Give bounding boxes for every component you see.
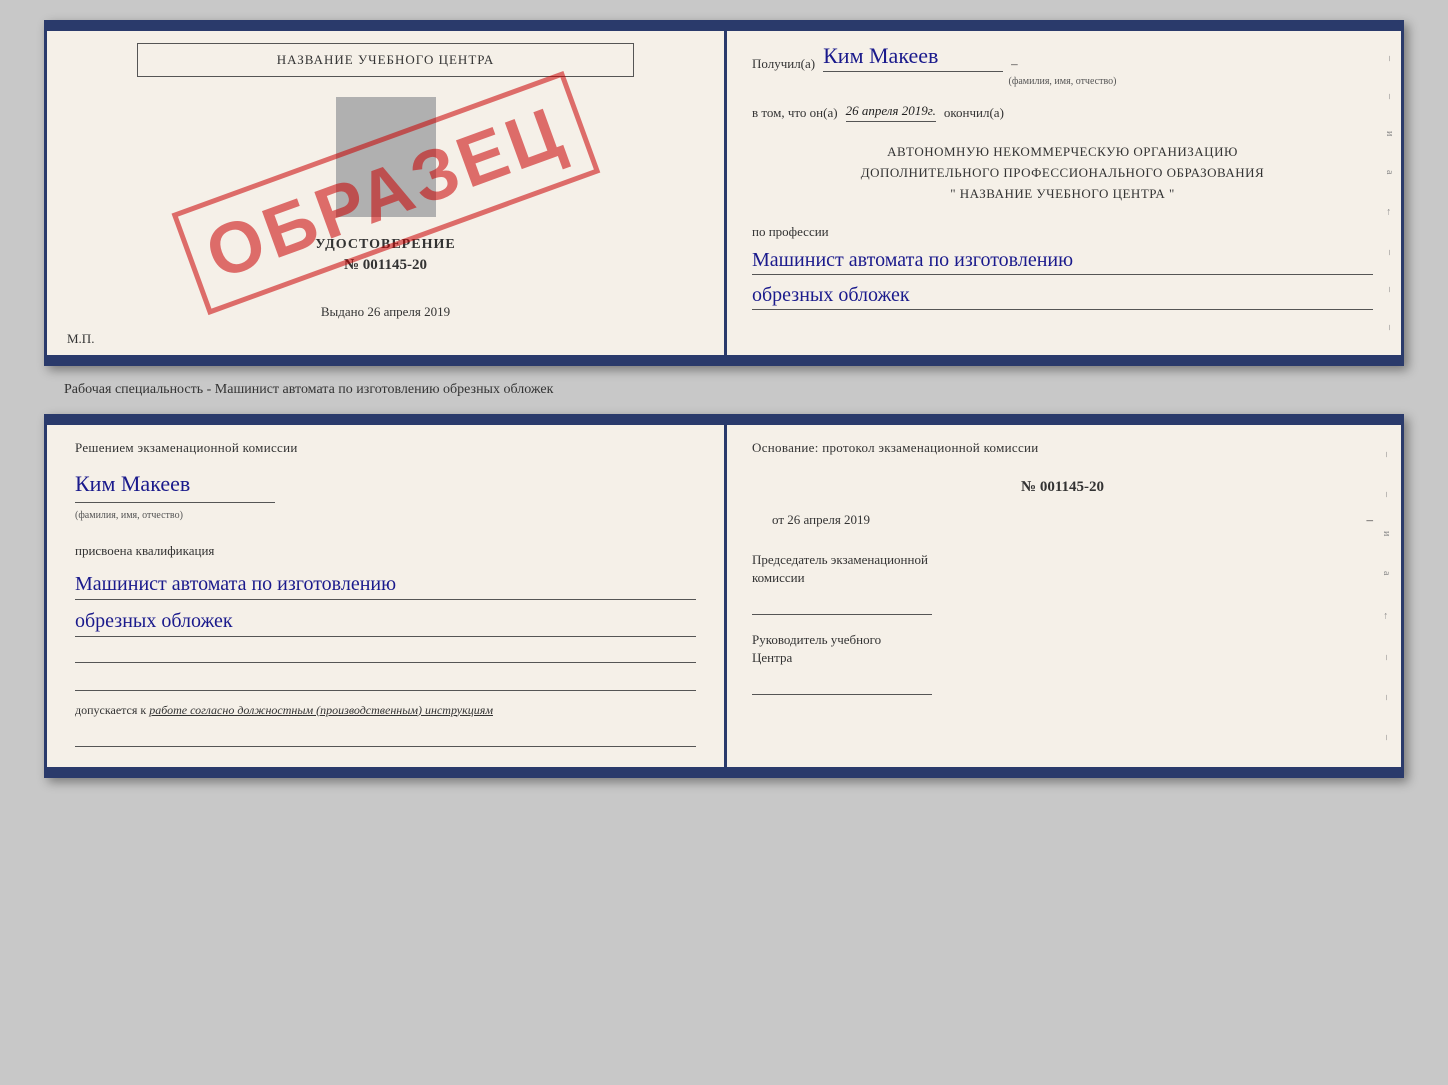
qual-line2: обрезных обложек: [75, 606, 696, 637]
completion-date: 26 апреля 2019г.: [846, 103, 936, 122]
right-edge-marks-doc2: – – и а ← – – –: [1378, 417, 1395, 775]
document-1: НАЗВАНИЕ УЧЕБНОГО ЦЕНТРА УДОСТОВЕРЕНИЕ №…: [44, 20, 1404, 366]
blank-line-2: [75, 671, 696, 691]
udostoverenie-section: УДОСТОВЕРЕНИЕ № 001145-20: [315, 237, 455, 274]
edge-mark2-arrow: ←: [1378, 611, 1395, 621]
okonchil-text: окончил(а): [944, 105, 1004, 121]
v-tom-text: в том, что он(а): [752, 105, 838, 121]
dash-right: –: [1367, 509, 1374, 531]
v-tom-line: в том, что он(а) 26 апреля 2019г. окончи…: [752, 103, 1373, 122]
predsedatel-signature-line: [752, 591, 932, 615]
mp-label: М.П.: [67, 331, 94, 347]
edge-mark-5: –: [1384, 325, 1395, 330]
edge-mark-1: –: [1384, 56, 1395, 61]
protocol-date-value: 26 апреля 2019: [787, 512, 870, 527]
edge-mark-а: а: [1384, 170, 1395, 174]
doc2-left-panel: Решением экзаменационной комиссии Ким Ма…: [47, 417, 724, 775]
dash1: –: [1011, 56, 1018, 72]
edge-mark2-1: –: [1378, 452, 1395, 457]
edge-mark2-3: –: [1378, 655, 1395, 660]
rukovoditel-label: Руководитель учебного Центра: [752, 631, 1373, 667]
right-edge-marks: – – и а ← – – –: [1384, 23, 1395, 363]
doc1-left-panel: НАЗВАНИЕ УЧЕБНОГО ЦЕНТРА УДОСТОВЕРЕНИЕ №…: [47, 23, 724, 363]
edge-mark-4: –: [1384, 287, 1395, 292]
school-name-box: НАЗВАНИЕ УЧЕБНОГО ЦЕНТРА: [137, 43, 634, 77]
poluchil-line: Получил(a) Ким Макеев –: [752, 43, 1373, 72]
edge-mark2-2: –: [1378, 492, 1395, 497]
doc2-name: Ким Макеев: [75, 465, 696, 505]
org-name: " НАЗВАНИЕ УЧЕБНОГО ЦЕНТРА ": [752, 184, 1373, 205]
org-line2: ДОПОЛНИТЕЛЬНОГО ПРОФЕССИОНАЛЬНОГО ОБРАЗО…: [752, 163, 1373, 184]
predsedatel-block: Председатель экзаменационной комиссии: [752, 551, 1373, 615]
edge-mark2-а: а: [1378, 571, 1395, 575]
edge-mark2-и: и: [1378, 531, 1395, 536]
osnovanie-text: Основание: протокол экзаменационной коми…: [752, 437, 1373, 459]
recipient-name: Ким Макеев: [823, 43, 1003, 72]
predsedatel-label: Председатель экзаменационной комиссии: [752, 551, 1373, 587]
doc2-fio-hint: (фамилия, имя, отчество): [75, 507, 696, 524]
org-block: АВТОНОМНУЮ НЕКОММЕРЧЕСКУЮ ОРГАНИЗАЦИЮ ДО…: [752, 142, 1373, 204]
edge-mark-3: –: [1384, 250, 1395, 255]
vydano-label: Выдано: [321, 304, 364, 319]
dopuskaetsya-text: допускается к: [75, 703, 146, 717]
protocol-number: № 001145-20: [752, 475, 1373, 501]
udostoverenie-number: № 001145-20: [315, 257, 455, 274]
edge-mark2-5: –: [1378, 735, 1395, 740]
qual-line1: Машинист автомата по изготовлению: [75, 569, 696, 600]
doc1-right-panel: Получил(a) Ким Макеев – (фамилия, имя, о…: [724, 23, 1401, 363]
edge-mark2-4: –: [1378, 695, 1395, 700]
org-line1: АВТОНОМНУЮ НЕКОММЕРЧЕСКУЮ ОРГАНИЗАЦИЮ: [752, 142, 1373, 163]
vydano-line: Выдано 26 апреля 2019: [321, 304, 450, 320]
edge-mark-arrow: ←: [1384, 207, 1395, 217]
prisvoena-text: присвоена квалификация: [75, 540, 696, 562]
edge-mark-2: –: [1384, 94, 1395, 99]
udostoverenie-label: УДОСТОВЕРЕНИЕ: [315, 237, 455, 253]
profession-line2: обрезных обложек: [752, 281, 1373, 310]
rukovoditel-block: Руководитель учебного Центра: [752, 631, 1373, 695]
dopuskaetsya-block: допускается к работе согласно должностны…: [75, 701, 696, 719]
school-name-text: НАЗВАНИЕ УЧЕБНОГО ЦЕНТРА: [277, 52, 494, 67]
rukovoditel-signature-line: [752, 671, 932, 695]
fio-hint: (фамилия, имя, отчество): [752, 76, 1373, 87]
doc2-right-panel: Основание: протокол экзаменационной коми…: [724, 417, 1401, 775]
resheniem-text: Решением экзаменационной комиссии: [75, 437, 696, 459]
blank-line-1: [75, 643, 696, 663]
profession-line1: Машинист автомата по изготовлению: [752, 246, 1373, 275]
ot-label: от: [772, 512, 784, 527]
poluchil-text: Получил(a): [752, 56, 815, 72]
dopusk-text: работе согласно должностным (производств…: [149, 703, 493, 717]
photo-placeholder: [336, 97, 436, 217]
edge-mark-и: и: [1384, 131, 1395, 136]
protocol-date: от 26 апреля 2019 –: [772, 509, 1373, 531]
blank-line-3: [75, 727, 696, 747]
komissia-name: Ким Макеев: [75, 465, 275, 503]
po-professii-label: по профессии: [752, 224, 1373, 240]
document-2: Решением экзаменационной комиссии Ким Ма…: [44, 414, 1404, 778]
separator-label: Рабочая специальность - Машинист автомат…: [64, 382, 553, 398]
vydano-date: 26 апреля 2019: [367, 304, 450, 319]
